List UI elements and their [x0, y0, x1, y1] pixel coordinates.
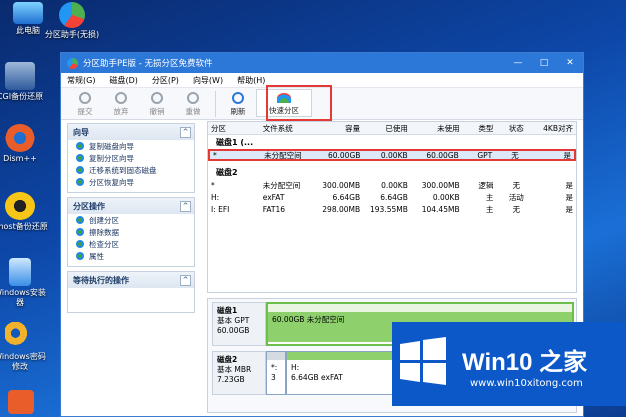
table-row[interactable]: * 未分配空间 60.00GB 0.00KB 60.00GB GPT 无 是: [208, 149, 576, 161]
desktop-icon-password[interactable]: Windows密码修改: [0, 322, 48, 372]
monitor-icon: [13, 2, 43, 24]
redo-button[interactable]: 重做: [175, 92, 211, 117]
collapse-icon[interactable]: ^: [180, 126, 191, 138]
windows-logo-icon: [400, 337, 446, 385]
maximize-button[interactable]: □: [531, 53, 557, 73]
window-title: 分区助手PE版 - 无损分区免费软件: [83, 59, 213, 69]
recovery-icon: [76, 178, 84, 186]
cgi-icon: [5, 62, 35, 90]
op-check-partition[interactable]: 检查分区: [68, 238, 194, 250]
table-row[interactable]: I: EFI FAT16 298.00MB 193.55MB 104.45MB …: [208, 203, 576, 215]
migrate-icon: [76, 166, 84, 174]
table-header: 分区 文件系统 容量 已使用 未使用 类型 状态 4KB对齐: [208, 122, 576, 135]
disk1-label[interactable]: 磁盘1 基本 GPT 60.00GB: [212, 302, 266, 346]
desktop-icon-ghost[interactable]: Ghost备份还原: [0, 192, 48, 232]
refresh-icon: [232, 92, 244, 104]
desktop-icon-dism[interactable]: Dism++: [0, 124, 48, 164]
partition-ops-panel: 分区操作 ^ 创建分区 擦除数据 检查分区 属性: [67, 197, 195, 267]
wizard-item-copy-partition[interactable]: 复制分区向导: [68, 152, 194, 164]
left-panel: 向导 ^ 复制磁盘向导 复制分区向导 迁移系统到固态磁盘 分区恢复向导 分区操作 ^…: [67, 123, 195, 413]
watermark-url: www.win10xitong.com: [470, 378, 583, 389]
op-wipe-data[interactable]: 擦除数据: [68, 226, 194, 238]
gear-icon: [5, 124, 35, 152]
copy-partition-icon: [76, 154, 84, 162]
wizard-item-copy-disk[interactable]: 复制磁盘向导: [68, 140, 194, 152]
menu-disk[interactable]: 磁盘(D): [109, 75, 137, 86]
disk2-group-title[interactable]: 磁盘2: [208, 165, 576, 179]
undo-icon: [151, 92, 163, 104]
op-create-partition[interactable]: 创建分区: [68, 214, 194, 226]
installer-icon: [9, 258, 31, 286]
partition-ops-header[interactable]: 分区操作 ^: [68, 198, 194, 214]
pending-ops-header[interactable]: 等待执行的操作 ^: [68, 272, 194, 288]
wizard-item-recovery[interactable]: 分区恢复向导: [68, 176, 194, 188]
menu-help[interactable]: 帮助(H): [237, 75, 265, 86]
table-row[interactable]: * 未分配空间 300.00MB 0.00KB 300.00MB 逻辑 无 是: [208, 179, 576, 191]
key-icon: [5, 322, 35, 350]
wizard-item-migrate-ssd[interactable]: 迁移系统到固态磁盘: [68, 164, 194, 176]
watermark-brand: Win10 之家: [462, 349, 588, 376]
desktop-icon-cgi[interactable]: CGI备份还原: [0, 62, 48, 102]
submit-button[interactable]: 提交: [67, 92, 103, 117]
collapse-icon[interactable]: ^: [180, 200, 191, 212]
create-icon: [76, 216, 84, 224]
desktop-icon-partition-assistant[interactable]: 分区助手(无损): [44, 2, 100, 40]
menu-partition[interactable]: 分区(P): [152, 75, 179, 86]
redo-icon: [187, 92, 199, 104]
col-type[interactable]: 类型: [463, 123, 497, 134]
disk2-label[interactable]: 磁盘2 基本 MBR 7.23GB: [212, 351, 266, 395]
col-4k-align[interactable]: 4KB对齐: [536, 123, 576, 134]
disk1-group-title[interactable]: 磁盘1 (...: [208, 135, 576, 149]
table-row[interactable]: H: exFAT 6.64GB 6.64GB 0.00KB 主 活动 是: [208, 191, 576, 203]
win10-watermark: Win10 之家 www.win10xitong.com: [392, 322, 626, 406]
op-properties[interactable]: 属性: [68, 250, 194, 262]
partition-assistant-icon: [59, 2, 85, 28]
col-free[interactable]: 未使用: [411, 123, 463, 134]
app-icon: [67, 57, 78, 69]
toolbar-separator: [215, 91, 216, 117]
minimize-button[interactable]: —: [505, 53, 531, 73]
ghost-icon: [5, 192, 35, 220]
properties-icon: [76, 252, 84, 260]
discard-button[interactable]: 放弃: [103, 92, 139, 117]
pending-ops-panel: 等待执行的操作 ^: [67, 271, 195, 313]
discard-icon: [115, 92, 127, 104]
menu-wizard[interactable]: 向导(W): [193, 75, 223, 86]
col-filesystem[interactable]: 文件系统: [260, 123, 316, 134]
wipe-icon: [76, 228, 84, 236]
undo-button[interactable]: 撤销: [139, 92, 175, 117]
menu-general[interactable]: 常规(G): [67, 75, 95, 86]
refresh-button[interactable]: 刷新: [220, 92, 256, 117]
wizard-panel-header[interactable]: 向导 ^: [68, 124, 194, 140]
col-status[interactable]: 状态: [496, 123, 536, 134]
col-capacity[interactable]: 容量: [315, 123, 363, 134]
check-icon: [76, 240, 84, 248]
wizard-panel: 向导 ^ 复制磁盘向导 复制分区向导 迁移系统到固态磁盘 分区恢复向导: [67, 123, 195, 193]
desktop-icon-windows-installer[interactable]: Windows安装器: [0, 258, 48, 308]
quick-partition-highlight: [266, 85, 332, 121]
col-partition[interactable]: 分区: [208, 123, 260, 134]
app-icon-bottom[interactable]: [8, 390, 34, 414]
partition-table: 分区 文件系统 容量 已使用 未使用 类型 状态 4KB对齐 磁盘1 (... …: [207, 121, 577, 293]
title-bar: 分区助手PE版 - 无损分区免费软件 — □ ✕: [61, 53, 583, 73]
col-used[interactable]: 已使用: [363, 123, 411, 134]
close-button[interactable]: ✕: [557, 53, 583, 73]
submit-icon: [79, 92, 91, 104]
collapse-icon[interactable]: ^: [180, 274, 191, 286]
disk2-partition-star[interactable]: *: 3: [266, 351, 286, 395]
copy-disk-icon: [76, 142, 84, 150]
